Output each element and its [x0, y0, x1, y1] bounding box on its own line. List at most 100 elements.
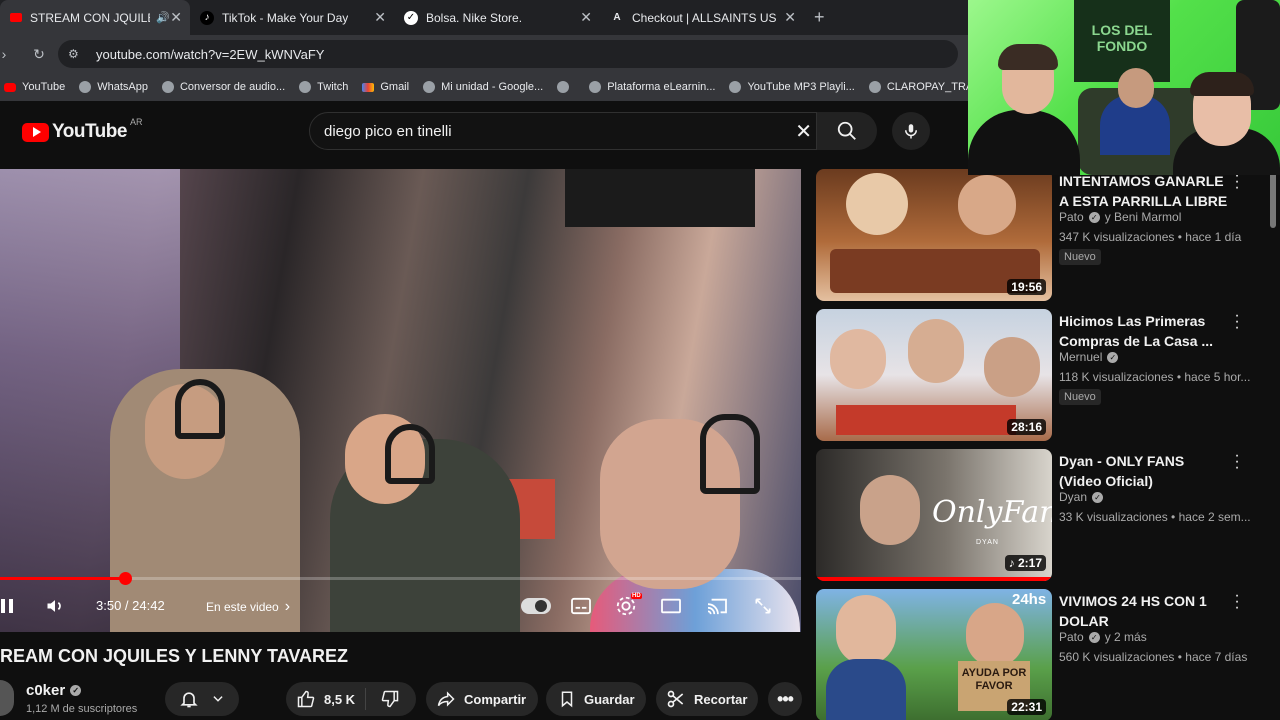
nike-icon: ✓ [404, 10, 418, 25]
banner-text: LOS DEL FONDO [1091, 22, 1153, 54]
headphones-graphic [700, 414, 760, 494]
tab-youtube[interactable]: STREAM CON JQUILES Y LE 🔊 ✕ [0, 0, 190, 35]
thumbs-up-icon [297, 690, 315, 708]
tab-close-icon[interactable]: ✕ [580, 9, 592, 26]
share-label: Compartir [464, 691, 527, 707]
bookmark-youtube[interactable]: YouTube [4, 81, 65, 93]
video-player[interactable] [0, 169, 801, 632]
more-actions-button[interactable]: ••• [768, 682, 802, 716]
more-vertical-icon[interactable]: · · · [1232, 448, 1242, 476]
bookmark-youtube-mp3[interactable]: YouTube MP3 Playli... [729, 81, 855, 93]
video-thumbnail[interactable]: OnlyFans DYAN ♪ 2:17 [816, 449, 1052, 581]
video-duration: ♪ 2:17 [1004, 555, 1046, 571]
search-input[interactable]: diego pico en tinelli ✕ [309, 112, 817, 150]
forward-icon[interactable]: › [0, 46, 8, 62]
subscriber-count: 1,12 M de suscriptores [26, 703, 138, 715]
url-text: youtube.com/watch?v=2EW_kWNVaFY [96, 46, 325, 62]
channel-name[interactable]: Pato ✓ y Beni Marmol [1059, 210, 1181, 224]
like-button[interactable]: 8,5 K [286, 688, 366, 710]
bookmark-elearning[interactable]: Plataforma eLearnin... [589, 81, 715, 93]
thumbnail-face [860, 475, 920, 545]
cast-icon[interactable] [706, 596, 728, 616]
video-frame-sign [565, 169, 755, 227]
hd-badge-icon: HD [631, 593, 642, 599]
like-count: 8,5 K [324, 691, 356, 707]
video-meta: 347 K visualizaciones • hace 1 día [1059, 230, 1242, 244]
bookmark-audio-converter[interactable]: Conversor de audio... [161, 81, 285, 93]
bookmark-label: Plataforma eLearnin... [607, 81, 716, 93]
save-button[interactable]: Guardar [546, 682, 646, 716]
tab-tiktok[interactable]: ♪ TikTok - Make Your Day ✕ [190, 0, 394, 35]
pause-icon[interactable] [0, 597, 14, 615]
new-badge: Nuevo [1059, 249, 1101, 265]
youtube-logo[interactable]: YouTube AR [22, 117, 142, 143]
video-thumbnail[interactable]: 28:16 [816, 309, 1052, 441]
youtube-play-icon [22, 122, 49, 142]
bookmark-twitch[interactable]: Twitch [299, 81, 348, 93]
related-video[interactable]: 24hs AYUDA POR FAVOR 22:31 VIVIMOS 24 HS… [816, 588, 1272, 720]
subscribed-button[interactable] [165, 682, 239, 716]
autoplay-toggle[interactable] [521, 598, 551, 614]
video-title: REAM CON JQUILES Y LENNY TAVAREZ [0, 646, 349, 666]
settings-icon[interactable]: HD [615, 593, 642, 617]
related-video[interactable]: 28:16 Hicimos Las Primeras Compras de La… [816, 308, 1272, 441]
verified-icon: ✓ [1092, 491, 1104, 503]
site-info-icon[interactable]: ⚙ [68, 47, 84, 61]
voice-search-button[interactable] [892, 112, 930, 150]
video-thumbnail[interactable]: 19:56 [816, 169, 1052, 301]
verified-icon: ✓ [1088, 631, 1100, 643]
more-vertical-icon[interactable]: · · · [1232, 588, 1242, 616]
thumbnail-face [984, 337, 1040, 397]
dislike-button[interactable] [366, 689, 400, 709]
more-horizontal-icon: ••• [777, 688, 794, 709]
video-duration: 19:56 [1007, 279, 1046, 295]
tab-nike[interactable]: ✓ Bolsa. Nike Store. ✕ [394, 0, 600, 35]
more-vertical-icon[interactable]: · · · [1232, 168, 1242, 196]
tab-allsaints[interactable]: A Checkout | ALLSAINTS US ✕ [600, 0, 804, 35]
bookmark-whatsapp[interactable]: WhatsApp [79, 81, 148, 93]
channel-name[interactable]: Pato ✓ y 2 más [1059, 630, 1147, 644]
bookmark-gmail[interactable]: Gmail [362, 81, 409, 93]
share-button[interactable]: Compartir [426, 682, 538, 716]
more-vertical-icon[interactable]: · · · [1232, 308, 1242, 336]
volume-icon[interactable] [44, 596, 66, 616]
fullscreen-icon[interactable] [752, 596, 774, 616]
tab-title: Checkout | ALLSAINTS US [632, 10, 777, 25]
thumbnail-face [908, 319, 964, 383]
thumbs-down-icon [381, 690, 399, 708]
theater-mode-icon[interactable] [660, 596, 682, 616]
clip-button[interactable]: Recortar [656, 682, 758, 716]
channel-name[interactable]: Mernuel ✓ [1059, 350, 1119, 364]
verified-icon: ✓ [70, 685, 82, 696]
bookmark-unnamed[interactable] [557, 81, 575, 93]
search-button[interactable] [817, 112, 877, 150]
related-video[interactable]: 19:56 INTENTAMOS GANARLE A ESTA PARRILLA… [816, 168, 1272, 301]
channel-name[interactable]: Dyan ✓ [1059, 490, 1104, 504]
tab-close-icon[interactable]: ✕ [374, 9, 386, 26]
channel-name: c0ker [26, 682, 66, 699]
tab-close-icon[interactable]: ✕ [170, 9, 182, 26]
channel-label: Pato [1059, 630, 1084, 644]
allsaints-icon: A [613, 12, 621, 23]
url-field[interactable]: ⚙ youtube.com/watch?v=2EW_kWNVaFY [58, 40, 958, 68]
subtitles-icon[interactable] [570, 596, 592, 616]
tab-close-icon[interactable]: ✕ [784, 9, 796, 26]
chapters-button[interactable]: En este video › [206, 598, 290, 616]
bookmark-label: YouTube [22, 81, 66, 93]
progress-bar[interactable] [0, 572, 801, 585]
new-badge: Nuevo [1059, 389, 1101, 405]
chevron-down-icon [213, 696, 223, 702]
globe-icon [79, 81, 92, 93]
clear-search-icon[interactable]: ✕ [795, 119, 812, 144]
video-thumbnail[interactable]: 24hs AYUDA POR FAVOR 22:31 [816, 589, 1052, 720]
sidebar-scrollbar[interactable] [1270, 168, 1276, 228]
thumbnail-face [958, 175, 1016, 235]
thumbnail-face [830, 329, 886, 389]
new-tab-button[interactable]: + [814, 7, 825, 28]
related-video[interactable]: OnlyFans DYAN ♪ 2:17 Dyan - ONLY FANS (V… [816, 448, 1272, 581]
channel-name-link[interactable]: c0ker ✓ [26, 682, 82, 699]
audio-playing-icon[interactable]: 🔊 [156, 11, 170, 24]
reload-icon[interactable]: ↻ [28, 46, 50, 63]
channel-avatar[interactable] [0, 680, 14, 716]
bookmark-google-drive[interactable]: Mi unidad - Google... [423, 81, 543, 93]
